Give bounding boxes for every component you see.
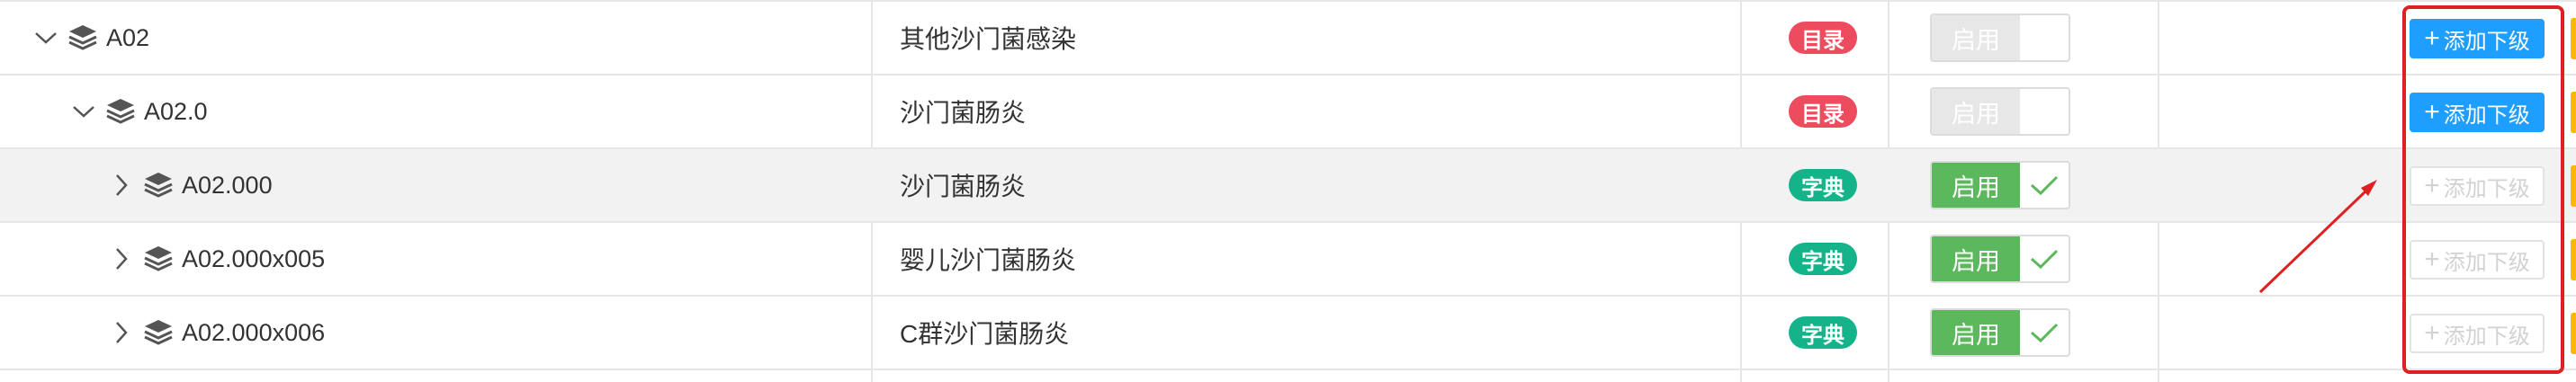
row-code: A02.000 bbox=[182, 171, 273, 199]
add-child-button[interactable]: + 添加下级 bbox=[2410, 93, 2545, 132]
row-name: C群沙门菌肠炎 bbox=[900, 320, 1070, 348]
add-child-label: 添加下级 bbox=[2443, 324, 2530, 349]
row-name: 沙门菌肠炎 bbox=[900, 173, 1027, 200]
layers-icon bbox=[104, 95, 137, 128]
plus-icon: + bbox=[2424, 23, 2440, 53]
edit-button-edge[interactable] bbox=[2571, 239, 2576, 280]
status-switch[interactable]: 启用 bbox=[1930, 235, 2070, 283]
type-badge: 目录 bbox=[1789, 22, 1857, 54]
status-switch-label: 启用 bbox=[1932, 163, 2020, 208]
status-switch-label: 启用 bbox=[1932, 236, 2020, 281]
check-icon bbox=[2020, 236, 2069, 281]
table-row[interactable]: A02.000x005 婴儿沙门菌肠炎 字典 启用 + 添加下级 bbox=[0, 223, 2576, 297]
add-child-button[interactable]: + 添加下级 bbox=[2410, 19, 2545, 58]
check-icon bbox=[2020, 163, 2069, 208]
add-child-button[interactable]: + 添加下级 bbox=[2410, 314, 2545, 353]
status-switch[interactable]: 启用 bbox=[1930, 13, 2070, 62]
status-switch[interactable]: 启用 bbox=[1930, 87, 2070, 136]
add-child-label: 添加下级 bbox=[2443, 102, 2530, 128]
plus-icon: + bbox=[2424, 244, 2440, 274]
edit-button-edge[interactable] bbox=[2571, 165, 2576, 207]
add-child-button[interactable]: + 添加下级 bbox=[2410, 240, 2545, 280]
type-badge: 字典 bbox=[1789, 243, 1857, 275]
layers-icon bbox=[142, 169, 175, 201]
plus-icon: + bbox=[2424, 171, 2440, 200]
row-name: 其他沙门菌感染 bbox=[900, 25, 1077, 53]
layers-icon bbox=[142, 316, 175, 349]
add-child-label: 添加下级 bbox=[2443, 176, 2530, 201]
status-switch[interactable]: 启用 bbox=[1930, 161, 2070, 209]
edit-button-edge[interactable] bbox=[2571, 92, 2576, 133]
add-child-label: 添加下级 bbox=[2443, 250, 2530, 275]
type-badge: 字典 bbox=[1789, 169, 1857, 201]
chevron-right-icon[interactable] bbox=[108, 319, 135, 346]
edit-button-edge[interactable] bbox=[2571, 18, 2576, 59]
table-row[interactable]: A02 其他沙门菌感染 目录 启用 + 添加下级 bbox=[0, 2, 2576, 76]
plus-icon: + bbox=[2424, 97, 2440, 127]
table-row[interactable]: A02.0 沙门菌肠炎 目录 启用 + 添加下级 bbox=[0, 76, 2576, 149]
chevron-right-icon[interactable] bbox=[108, 172, 135, 199]
table-row[interactable]: A02.000x006 C群沙门菌肠炎 字典 启用 + 添加下级 bbox=[0, 297, 2576, 370]
row-code: A02 bbox=[106, 23, 150, 51]
switch-knob bbox=[2020, 15, 2069, 60]
row-code: A02.000x006 bbox=[182, 318, 326, 346]
row-code: A02.0 bbox=[144, 97, 208, 125]
status-switch[interactable]: 启用 bbox=[1930, 308, 2070, 357]
row-name: 沙门菌肠炎 bbox=[900, 99, 1027, 127]
table-row[interactable]: A02.000 沙门菌肠炎 字典 启用 + 添加下级 bbox=[0, 149, 2576, 223]
row-name: 婴儿沙门菌肠炎 bbox=[900, 246, 1077, 274]
status-switch-label: 启用 bbox=[1932, 89, 2020, 134]
chevron-down-icon[interactable] bbox=[70, 98, 97, 125]
layers-icon bbox=[67, 22, 99, 54]
check-icon bbox=[2020, 310, 2069, 355]
tree-table: A02 其他沙门菌感染 目录 启用 + 添加下级 A02.0 沙门菌肠炎 目录 … bbox=[0, 0, 2576, 382]
status-switch-label: 启用 bbox=[1932, 15, 2020, 60]
type-badge: 目录 bbox=[1789, 95, 1857, 128]
type-badge: 字典 bbox=[1789, 316, 1857, 349]
chevron-right-icon[interactable] bbox=[108, 245, 135, 272]
plus-icon: + bbox=[2424, 318, 2440, 348]
row-code: A02.000x005 bbox=[182, 244, 326, 272]
switch-knob bbox=[2020, 89, 2069, 134]
add-child-label: 添加下级 bbox=[2443, 29, 2530, 54]
status-switch-label: 启用 bbox=[1932, 310, 2020, 355]
add-child-button[interactable]: + 添加下级 bbox=[2410, 166, 2545, 206]
chevron-down-icon[interactable] bbox=[32, 24, 59, 51]
edit-button-edge[interactable] bbox=[2571, 313, 2576, 354]
layers-icon bbox=[142, 243, 175, 275]
